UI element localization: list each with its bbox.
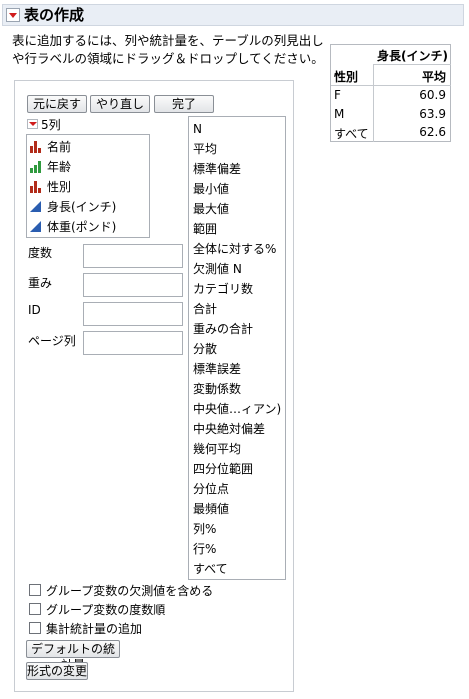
statistic-item[interactable]: N [193,119,202,139]
id-label: ID [28,303,41,317]
statistics-list[interactable]: N 平均 標準偏差 最小値 最大値 範囲 全体に対する% 欠測値 N カテゴリ数 合計 重みの合計分… [188,116,286,580]
stat-header: 平均 [421,70,446,84]
statistic-item[interactable]: 行% [193,539,216,559]
statistic-item[interactable]: 分散 [193,339,217,359]
continuous-triangle-icon [29,219,43,232]
statistic-item[interactable]: 平均 [193,139,217,159]
column-label: 体重(ポンド) [47,220,117,234]
statistic-item[interactable]: 列% [193,519,216,539]
header-divider [373,64,451,65]
column-item-height[interactable]: 身長(インチ) [29,197,116,217]
statistic-item[interactable]: 重みの合計 [193,319,253,339]
statistic-item[interactable]: 変動係数 [193,379,241,399]
statistic-item[interactable]: 最小値 [193,179,229,199]
page-label: ページ列 [28,334,76,348]
statistic-item[interactable]: 全体に対する% [193,239,276,259]
order-by-freq-label: グループ変数の度数順 [46,603,166,617]
column-item-sex[interactable]: 性別 [29,177,71,197]
statistic-item[interactable]: 幾何平均 [193,439,241,459]
add-summary-label: 集計統計量の追加 [46,622,143,636]
change-format-button[interactable]: 形式の変更 [26,662,88,680]
column-count: 5列 [41,118,61,132]
freq-drop-zone[interactable] [83,244,183,268]
freq-label: 度数 [28,246,53,260]
page-drop-zone[interactable] [83,331,183,355]
statistic-item[interactable]: 標準誤差 [193,359,241,379]
row-label: M [334,107,345,121]
instruction-line-1: 表に追加するには、列や統計量を、テーブルの列見出し [12,33,324,48]
undo-button[interactable]: 元に戻す [27,95,87,113]
statistic-item[interactable]: カテゴリ数 [193,279,253,299]
column-list[interactable]: 名前 年齢 性別 身長(インチ) 体重(ポンド) [26,134,150,238]
column-label: 年齢 [47,160,72,174]
row-label: F [334,88,341,102]
nominal-bar-icon [29,139,43,153]
disclosure-menu-icon[interactable] [6,8,20,22]
include-missing-checkbox[interactable] [29,584,41,596]
instruction-line-2: や行ラベルの領域にドラッグ＆ドロップしてください。 [12,51,324,66]
page-title: 表の作成 [24,6,85,24]
statistic-item[interactable]: すべて [193,559,228,579]
column-divider [373,65,374,142]
column-header: 身長(インチ) [377,49,448,63]
ordinal-bar-icon [29,159,43,173]
column-label: 身長(インチ) [47,200,117,214]
weight-drop-zone[interactable] [83,273,183,297]
order-by-freq-checkbox[interactable] [29,603,41,615]
row-divider [331,85,451,86]
statistic-item[interactable]: 最大値 [193,199,229,219]
row-value: 62.6 [419,125,446,139]
statistic-item[interactable]: 中央値…ィアン) [193,399,281,419]
statistic-item[interactable]: 範囲 [193,219,217,239]
column-item-name[interactable]: 名前 [29,137,71,157]
column-item-age[interactable]: 年齢 [29,157,71,177]
statistic-item[interactable]: 分位点 [193,479,229,499]
redo-button[interactable]: やり直し [90,95,150,113]
include-missing-label: グループ変数の欠測値を含める [46,584,214,598]
continuous-triangle-icon [29,199,43,212]
column-label: 名前 [47,140,72,154]
statistic-item[interactable]: 欠測値 N [193,259,242,279]
statistic-item[interactable]: 最頻値 [193,499,229,519]
column-label: 性別 [47,180,72,194]
weight-label: 重み [28,276,53,290]
row-label: すべて [334,127,369,141]
row-value: 60.9 [419,88,446,102]
statistic-item[interactable]: 四分位範囲 [193,459,253,479]
add-summary-checkbox[interactable] [29,622,41,634]
statistic-item[interactable]: 標準偏差 [193,159,241,179]
columns-menu-icon[interactable] [27,119,38,129]
statistic-item[interactable]: 合計 [193,299,217,319]
done-button[interactable]: 完了 [154,95,214,113]
default-stats-button[interactable]: デフォルトの統計量 [26,640,120,672]
column-item-weight[interactable]: 体重(ポンド) [29,217,116,237]
statistic-item[interactable]: 中央絶対偏差 [193,419,265,439]
row-value: 63.9 [419,107,446,121]
id-drop-zone[interactable] [83,302,183,326]
nominal-bar-icon [29,179,43,193]
preview-table: 身長(インチ) 性別 平均 F 60.9 M 63.9 すべて 62.6 [330,44,451,142]
row-header: 性別 [334,70,359,84]
